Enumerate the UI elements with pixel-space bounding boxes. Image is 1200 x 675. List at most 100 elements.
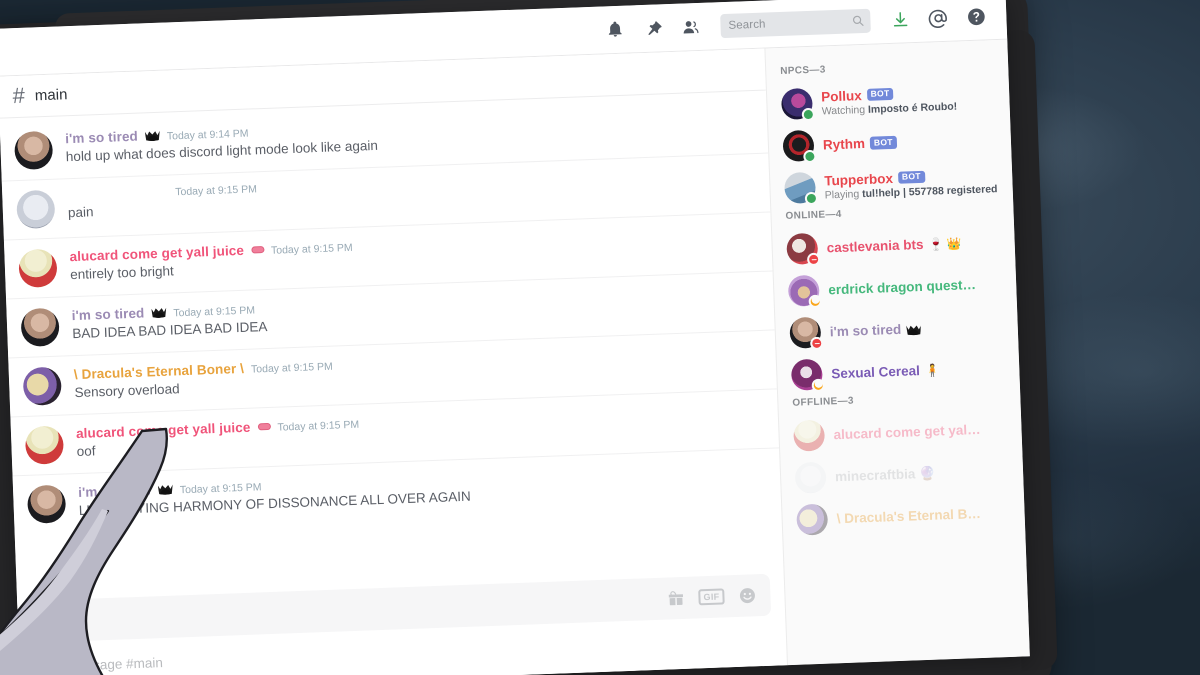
member-list[interactable]: NPCS—3 Pollux BOT Watching Imposto é Roubo!… bbox=[764, 39, 1030, 666]
member-body: Sexual Cereal 🧍 bbox=[831, 360, 1007, 381]
member-row[interactable]: minecraftbia 🔮 bbox=[792, 451, 1013, 498]
message-author[interactable]: i'm so tired bbox=[78, 482, 151, 500]
pin-icon[interactable] bbox=[640, 16, 665, 41]
avatar[interactable] bbox=[789, 316, 824, 351]
status-badge bbox=[811, 378, 826, 393]
member-row[interactable]: Tupperbox BOT Playing tul!help | 557788 re… bbox=[782, 161, 1003, 208]
member-group-title: NPCS—3 bbox=[780, 64, 826, 78]
avatar[interactable] bbox=[780, 87, 816, 122]
members-icon[interactable] bbox=[678, 14, 703, 39]
channel-column: # main i'm so tired Today at 9:14 PM hold … bbox=[0, 48, 788, 675]
avatar[interactable] bbox=[24, 425, 65, 465]
status-badge bbox=[806, 252, 821, 267]
member-row[interactable]: Sexual Cereal 🧍 bbox=[789, 348, 1010, 395]
avatar[interactable] bbox=[13, 130, 54, 171]
member-name-row: minecraftbia 🔮 bbox=[835, 462, 1011, 484]
member-row[interactable]: Pollux BOT Watching Imposto é Roubo! bbox=[779, 77, 1000, 124]
avatar[interactable] bbox=[793, 419, 826, 452]
member-name[interactable]: Rythm bbox=[823, 136, 866, 153]
member-name[interactable]: erdrick dragon quest ki… bbox=[828, 277, 978, 297]
message-timestamp: Today at 9:15 PM bbox=[173, 304, 256, 320]
member-name[interactable]: castlevania bts bbox=[826, 237, 923, 256]
avatar[interactable] bbox=[16, 189, 56, 230]
member-name[interactable]: \ Dracula's Eternal Bo… bbox=[836, 506, 986, 526]
message-author[interactable]: i'm so tired bbox=[65, 129, 138, 147]
member-name-row: alucard come get yall jui… bbox=[833, 421, 1009, 442]
search-icon bbox=[851, 14, 864, 27]
member-name[interactable]: i'm so tired bbox=[830, 322, 902, 340]
member-name[interactable]: Tupperbox bbox=[824, 170, 893, 188]
pill-emoji-icon bbox=[257, 422, 271, 431]
message-timestamp: Today at 9:15 PM bbox=[250, 360, 333, 376]
member-name-emoji: 🍷 👑 bbox=[928, 235, 962, 252]
bell-icon[interactable] bbox=[602, 17, 627, 42]
activity-prefix: Playing bbox=[824, 187, 863, 201]
member-name-row: Sexual Cereal 🧍 bbox=[831, 360, 1007, 381]
member-name-row: erdrick dragon quest ki… bbox=[828, 276, 1004, 297]
bat-emoji-icon bbox=[158, 484, 173, 496]
member-name-row: Rythm BOT bbox=[823, 131, 999, 153]
message-author[interactable]: i'm so tired bbox=[71, 305, 144, 323]
member-name[interactable]: Sexual Cereal bbox=[831, 363, 920, 381]
gift-icon[interactable] bbox=[667, 589, 685, 607]
message-list[interactable]: i'm so tired Today at 9:14 PM hold up what… bbox=[0, 91, 783, 594]
message-timestamp: Today at 9:15 PM bbox=[179, 481, 262, 497]
mentions-at-icon[interactable] bbox=[926, 5, 951, 30]
avatar-image bbox=[796, 503, 829, 536]
member-name-row: i'm so tired bbox=[830, 318, 1006, 339]
bat-emoji-icon bbox=[906, 324, 921, 336]
activity-prefix: Watching bbox=[821, 103, 869, 118]
avatar[interactable] bbox=[794, 461, 827, 494]
channel-name: main bbox=[34, 86, 68, 105]
bot-badge: BOT bbox=[897, 170, 926, 184]
add-attachment-icon[interactable]: + bbox=[35, 655, 56, 675]
member-row[interactable]: \ Dracula's Eternal Bo… bbox=[794, 493, 1015, 540]
activity-detail: Imposto é Roubo! bbox=[867, 100, 958, 116]
status-badge bbox=[804, 191, 819, 206]
help-icon[interactable] bbox=[964, 4, 989, 29]
avatar[interactable] bbox=[790, 358, 826, 393]
member-body: Pollux BOT Watching Imposto é Roubo! bbox=[821, 83, 998, 117]
status-badge bbox=[808, 294, 822, 309]
member-row[interactable]: alucard come get yall jui… bbox=[791, 409, 1012, 456]
inbox-download-icon[interactable] bbox=[888, 7, 913, 32]
member-row[interactable]: castlevania bts 🍷 👑 bbox=[784, 222, 1005, 269]
hash-icon: # bbox=[12, 82, 26, 108]
avatar[interactable] bbox=[18, 248, 58, 289]
avatar[interactable] bbox=[782, 129, 817, 164]
avatar[interactable] bbox=[20, 307, 60, 348]
avatar[interactable] bbox=[786, 232, 821, 267]
member-body: minecraftbia 🔮 bbox=[835, 462, 1011, 484]
search-input[interactable]: Search bbox=[720, 8, 871, 38]
avatar[interactable] bbox=[26, 484, 67, 524]
member-name[interactable]: Pollux bbox=[821, 88, 862, 104]
gif-icon[interactable]: GIF bbox=[698, 588, 725, 606]
message-timestamp: Today at 9:15 PM bbox=[277, 418, 360, 434]
avatar-image bbox=[793, 419, 826, 452]
member-body: alucard come get yall jui… bbox=[833, 421, 1009, 442]
member-row[interactable]: erdrick dragon quest ki… bbox=[786, 264, 1007, 311]
member-name-row: \ Dracula's Eternal Bo… bbox=[836, 505, 1012, 526]
discord-window: Search # main i'm so tired Today at 9:14… bbox=[0, 0, 1030, 675]
status-badge bbox=[803, 149, 817, 164]
window-body: # main i'm so tired Today at 9:14 PM hold … bbox=[0, 39, 1030, 675]
member-name[interactable]: minecraftbia 🔮 bbox=[835, 465, 936, 485]
member-row[interactable]: Rythm BOT bbox=[780, 119, 1001, 166]
bat-emoji-icon bbox=[151, 307, 166, 319]
status-badge bbox=[801, 107, 816, 122]
member-body: Tupperbox BOT Playing tul!help | 557788 re… bbox=[824, 167, 1001, 201]
emoji-icon[interactable] bbox=[738, 586, 757, 605]
member-body: i'm so tired bbox=[830, 318, 1006, 339]
member-name[interactable]: alucard come get yall jui… bbox=[833, 422, 983, 442]
avatar[interactable] bbox=[796, 503, 829, 536]
message-timestamp: Today at 9:15 PM bbox=[175, 183, 258, 199]
member-row[interactable]: i'm so tired bbox=[787, 306, 1008, 353]
avatar[interactable] bbox=[787, 274, 822, 309]
avatar-image bbox=[794, 461, 827, 494]
member-name-row: castlevania bts 🍷 👑 bbox=[826, 234, 1002, 255]
avatar[interactable] bbox=[22, 366, 62, 406]
member-body: castlevania bts 🍷 👑 bbox=[826, 234, 1002, 255]
avatar[interactable] bbox=[783, 171, 819, 206]
message-timestamp: Today at 9:15 PM bbox=[270, 241, 353, 257]
pill-emoji-icon bbox=[250, 246, 265, 254]
